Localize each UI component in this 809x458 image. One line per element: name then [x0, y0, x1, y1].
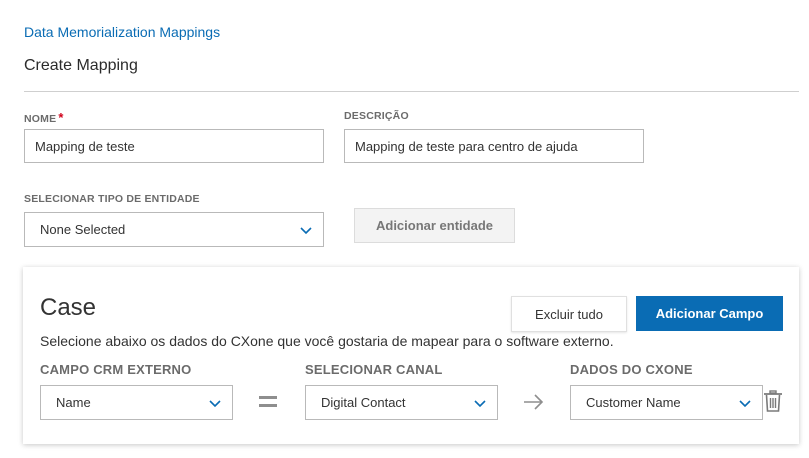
- external-field-select[interactable]: Name: [40, 385, 233, 420]
- arrow-right-icon: [524, 394, 544, 410]
- description-label: DESCRIÇÃO: [344, 110, 409, 122]
- name-label: NOME *: [24, 110, 64, 125]
- channel-select[interactable]: Digital Contact: [305, 385, 498, 420]
- chevron-down-icon: [474, 399, 486, 407]
- chevron-down-icon: [739, 399, 751, 407]
- equals-icon: [259, 396, 277, 410]
- chevron-down-icon: [209, 399, 221, 407]
- cxone-data-label: DADOS DO CXONE: [570, 362, 693, 377]
- card-title: Case: [40, 294, 97, 321]
- name-label-text: NOME: [24, 113, 57, 125]
- cxone-field-select[interactable]: Customer Name: [570, 385, 763, 420]
- case-card: Case Excluir tudo Adicionar Campo Seleci…: [23, 267, 799, 444]
- breadcrumb-link[interactable]: Data Memorialization Mappings: [24, 24, 220, 40]
- entity-type-value: None Selected: [40, 222, 126, 237]
- description-input[interactable]: [344, 129, 644, 163]
- header-divider: [24, 91, 799, 92]
- card-description: Selecione abaixo os dados do CXone que v…: [40, 333, 614, 349]
- entity-type-select[interactable]: None Selected: [24, 212, 324, 247]
- select-channel-label: SELECIONAR CANAL: [305, 362, 443, 377]
- add-entity-button[interactable]: Adicionar entidade: [354, 208, 515, 243]
- add-field-button[interactable]: Adicionar Campo: [636, 296, 783, 331]
- channel-value: Digital Contact: [321, 395, 406, 410]
- name-input[interactable]: [24, 129, 324, 163]
- external-crm-field-label: CAMPO CRM EXTERNO: [40, 362, 192, 377]
- chevron-down-icon: [300, 226, 312, 234]
- page-title: Create Mapping: [24, 57, 138, 74]
- external-field-value: Name: [56, 395, 91, 410]
- cxone-field-value: Customer Name: [586, 395, 681, 410]
- delete-all-button[interactable]: Excluir tudo: [511, 296, 627, 332]
- trash-icon[interactable]: [763, 390, 783, 412]
- entity-type-label: SELECIONAR TIPO DE ENTIDADE: [24, 193, 200, 205]
- required-marker: *: [58, 110, 64, 125]
